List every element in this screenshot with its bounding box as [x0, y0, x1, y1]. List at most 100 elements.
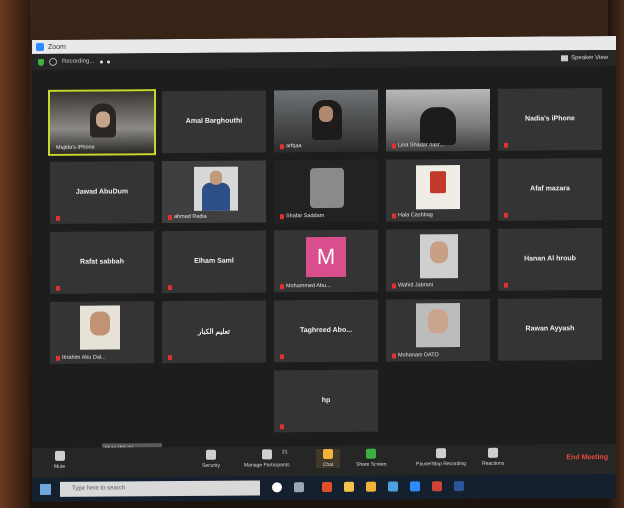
chat-icon [323, 448, 333, 460]
participant-name: Rafat sabbah [80, 258, 124, 266]
participant-name: Lina Shadar nasr... [392, 142, 444, 148]
view-toggle-label: Speaker View [571, 55, 608, 62]
participant-tile[interactable]: Lina Shadar nasr... [386, 88, 490, 152]
mic-muted-icon [392, 212, 396, 219]
participant-name: Rawan Ayyash [525, 325, 575, 333]
participant-name: Jawad AbuDum [75, 188, 129, 196]
participant-mic-status [504, 212, 508, 218]
folder-icon[interactable] [366, 481, 376, 492]
chrome-icon[interactable] [322, 481, 332, 493]
mic-muted-icon [280, 354, 284, 360]
participant-name: Nadia's iPhone [525, 115, 575, 123]
view-toggle-button[interactable]: Speaker View [561, 55, 608, 62]
security-button[interactable]: Security [202, 449, 221, 469]
participant-tile[interactable]: Amal Barghouthi [162, 90, 266, 154]
task-view-icon[interactable] [294, 482, 304, 493]
participant-name: Afaf mazara [530, 185, 570, 193]
participants-count: 21 [282, 449, 288, 456]
participant-name: Hanan Al hroub [524, 255, 576, 263]
participant-tile[interactable]: Hanan Al hroub [498, 228, 602, 291]
mic-muted-icon [392, 142, 396, 149]
cortana-icon[interactable] [272, 482, 282, 493]
participant-tile[interactable]: Mohanam DATO [386, 298, 490, 362]
participant-tile[interactable]: ahmad Radia [162, 160, 266, 224]
mic-muted-icon [504, 142, 508, 148]
powerpoint-icon[interactable] [432, 481, 442, 492]
participant-name: Amal Barghouthi [185, 117, 243, 125]
chat-label: Chat [322, 461, 334, 469]
file-explorer-icon[interactable] [344, 481, 354, 492]
participant-tile[interactable]: Majida's iPhone [48, 89, 156, 156]
gallery-view: Majida's iPhone Amal Barghouthi arfqaa L… [48, 88, 616, 442]
mic-muted-icon [168, 214, 172, 220]
participant-tile[interactable]: Ibrahim Abu Dal... [50, 301, 154, 364]
mic-muted-icon [280, 283, 284, 289]
pause-icon[interactable] [100, 60, 104, 64]
participant-tile[interactable]: Rafat sabbah [50, 231, 154, 294]
security-label: Security [202, 462, 221, 469]
mic-muted-icon [392, 282, 396, 289]
mic-muted-icon [56, 215, 60, 221]
participant-mic-status [280, 354, 284, 360]
participant-name: ahmad Radia [168, 214, 207, 220]
taskbar-search-input[interactable]: Type here to search [60, 480, 260, 497]
share-screen-button[interactable]: Share Screen [356, 448, 387, 468]
participant-tile[interactable]: Elham Saml [162, 230, 266, 294]
participant-face [96, 111, 110, 128]
monitor-bezel-left [0, 0, 30, 508]
shield-icon[interactable] [38, 58, 44, 66]
participants-icon [261, 449, 272, 460]
zoom-taskbar-icon[interactable] [410, 481, 420, 492]
manage-participants-button[interactable]: Manage Participants 21 [244, 449, 290, 468]
pause-icon [436, 448, 447, 459]
participant-name: Mohanam DATO [392, 352, 439, 358]
participant-mic-status [168, 285, 172, 291]
info-icon[interactable] [49, 57, 57, 66]
pause-recording-button[interactable]: Pause/Stop Recording [416, 448, 466, 467]
participant-name: Mohammed Abu... [280, 283, 331, 289]
participant-face [428, 309, 448, 334]
chat-button[interactable]: Chat [316, 448, 340, 469]
participant-tile[interactable]: M Mohammed Abu... [274, 229, 378, 293]
participant-tile[interactable]: Taghreed Abo... [274, 299, 378, 363]
recording-label: Recording... [62, 58, 95, 65]
mute-button[interactable]: Mute [54, 450, 65, 470]
participant-tile[interactable]: Jawad AbuDum [50, 161, 154, 224]
participant-name: Majida's iPhone [56, 144, 95, 151]
participant-name: Taghreed Abo... [299, 326, 353, 335]
end-meeting-button[interactable]: End Meeting [566, 454, 608, 461]
participant-name: Shafar Saddam [280, 213, 324, 219]
mic-muted-icon [280, 213, 284, 219]
windows-start-icon[interactable] [40, 483, 51, 495]
word-icon[interactable] [454, 481, 464, 492]
participant-tile[interactable]: Nadia's iPhone [498, 88, 602, 151]
participant-tile[interactable]: arfqaa [274, 89, 378, 153]
participant-tile[interactable]: Wahid Jabrani [386, 228, 490, 292]
windows-taskbar: Type here to search [32, 473, 616, 503]
participant-mic-status [56, 285, 60, 291]
meeting-controls-toolbar: Mute Security Manage Participants 21 Cha… [32, 443, 616, 479]
participant-name: Elham Saml [194, 257, 234, 265]
mic-muted-icon [56, 285, 60, 291]
participant-person [202, 182, 230, 211]
zoom-window: Zoom Recording... Speaker View Majida's … [32, 35, 616, 503]
reactions-label: Reactions [482, 460, 505, 467]
microphone-icon [54, 450, 65, 461]
reactions-icon [488, 447, 499, 458]
reactions-button[interactable]: Reactions [482, 447, 505, 467]
participant-tile[interactable]: Shafar Saddam [274, 159, 378, 223]
participant-name: hp [321, 396, 331, 405]
participant-tile[interactable]: تعليم الكبار [162, 300, 266, 364]
mic-muted-icon [280, 424, 284, 430]
participant-tile[interactable]: Afaf mazara [498, 158, 602, 221]
meeting-topbar: Recording... Speaker View [32, 49, 616, 71]
participant-tile[interactable]: Hala Cashbag [386, 158, 490, 222]
store-icon[interactable] [388, 481, 398, 492]
pause-recording-label: Pause/Stop Recording [416, 461, 467, 468]
logo-image [430, 171, 446, 194]
participant-tile[interactable]: Rawan Ayyash [498, 298, 602, 361]
participant-tile[interactable]: hp [274, 369, 378, 433]
participant-face [90, 311, 110, 336]
stop-icon[interactable] [107, 59, 111, 64]
mic-muted-icon [168, 355, 172, 361]
